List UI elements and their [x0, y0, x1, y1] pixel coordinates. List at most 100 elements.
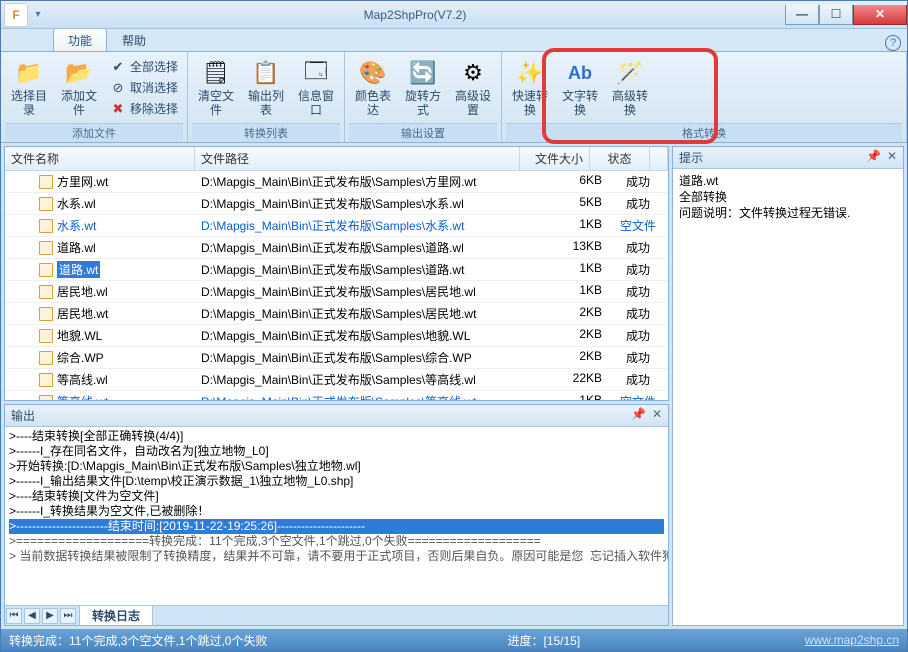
- app-menu-icon[interactable]: F: [4, 3, 28, 27]
- palette-icon: 🎨: [357, 57, 389, 89]
- color-expr-button[interactable]: 🎨颜色表达: [349, 54, 397, 120]
- table-row[interactable]: 综合.WPD:\Mapgis_Main\Bin\正式发布版\Samples\综合…: [5, 347, 668, 369]
- text-convert-button[interactable]: Ab文字转换: [556, 54, 604, 120]
- table-row[interactable]: 道路.wlD:\Mapgis_Main\Bin\正式发布版\Samples\道路…: [5, 237, 668, 259]
- close-panel-icon[interactable]: ✕: [887, 149, 897, 166]
- output-line: >------I_存在同名文件，自动改名为[独立地物_L0]: [9, 444, 664, 459]
- advanced-settings-button[interactable]: ⚙高级设置: [449, 54, 497, 120]
- tab-functions[interactable]: 功能: [53, 28, 107, 51]
- remove-selection-button[interactable]: ✖移除选择: [105, 98, 183, 119]
- hint-panel: 提示 📌 ✕ 道路.wt 全部转换 问题说明：文件转换过程无错误.: [672, 146, 904, 626]
- select-all-button[interactable]: ✔全部选择: [105, 56, 183, 77]
- file-icon: [39, 395, 53, 401]
- pin-icon[interactable]: 📌: [631, 407, 646, 424]
- close-button[interactable]: [853, 5, 907, 25]
- add-file-button[interactable]: 📂添加文件: [55, 54, 103, 120]
- file-icon: [39, 307, 53, 321]
- workspace: 文件名称 文件路径 文件大小 状态 方里网.wtD:\Mapgis_Main\B…: [1, 143, 907, 629]
- log-first[interactable]: ⏮: [6, 608, 22, 624]
- maximize-button[interactable]: [819, 5, 853, 25]
- table-row[interactable]: 地貌.WLD:\Mapgis_Main\Bin\正式发布版\Samples\地貌…: [5, 325, 668, 347]
- table-row[interactable]: 水系.wtD:\Mapgis_Main\Bin\正式发布版\Samples\水系…: [5, 215, 668, 237]
- circle-cancel-icon: ⊘: [110, 80, 126, 96]
- file-icon: [39, 285, 53, 299]
- group-label: 格式转换: [506, 123, 902, 142]
- status-summary: 转换完成：11个完成,3个空文件,1个跳过,0个失败: [9, 632, 267, 649]
- col-status[interactable]: 状态: [590, 147, 650, 170]
- group-label: 转换列表: [192, 123, 340, 142]
- window-title: Map2ShpPro(V7.2): [45, 8, 785, 22]
- hint-title-text: 提示: [679, 149, 703, 166]
- ribbon: 📁选择目录 📂添加文件 ✔全部选择 ⊘取消选择 ✖移除选择 添加文件 🗒清空文件…: [1, 51, 907, 143]
- tab-help[interactable]: 帮助: [107, 28, 161, 51]
- status-progress: 进度：[15/15]: [507, 632, 580, 649]
- col-size[interactable]: 文件大小: [520, 147, 590, 170]
- file-icon: [39, 241, 53, 255]
- status-link[interactable]: www.map2shp.cn: [805, 633, 899, 647]
- output-list-button[interactable]: 📋输出列表: [242, 54, 290, 120]
- info-window-icon: 🗔: [300, 57, 332, 89]
- table-row[interactable]: 等高线.wtD:\Mapgis_Main\Bin\正式发布版\Samples\等…: [5, 391, 668, 400]
- group-format-convert: ✨快速转换 Ab文字转换 🪄高级转换 格式转换: [502, 52, 907, 142]
- output-line: >开始转换:[D:\Mapgis_Main\Bin\正式发布版\Samples\…: [9, 459, 664, 474]
- wand-icon: 🪄: [614, 57, 646, 89]
- info-window-button[interactable]: 🗔信息窗口: [292, 54, 340, 120]
- log-tab-convert[interactable]: 转换日志: [79, 606, 153, 626]
- rotate-icon: 🔄: [407, 57, 439, 89]
- wand-star-icon: ✨: [514, 57, 546, 89]
- col-path[interactable]: 文件路径: [195, 147, 520, 170]
- quick-access-dropdown[interactable]: ▾: [31, 9, 45, 20]
- file-icon: [39, 197, 53, 211]
- close-panel-icon[interactable]: ✕: [652, 407, 662, 424]
- fast-convert-button[interactable]: ✨快速转换: [506, 54, 554, 120]
- folder-add-icon: 📂: [63, 57, 95, 89]
- table-row[interactable]: 水系.wlD:\Mapgis_Main\Bin\正式发布版\Samples\水系…: [5, 193, 668, 215]
- check-icon: ✔: [110, 59, 126, 75]
- rotate-button[interactable]: 🔄旋转方式: [399, 54, 447, 120]
- output-line: >------I_转换结果为空文件,已被删除！: [9, 504, 664, 519]
- gear-icon: ⚙: [457, 57, 489, 89]
- log-next[interactable]: ▶: [42, 608, 58, 624]
- hint-type: 全部转换: [679, 189, 897, 205]
- hint-file: 道路.wt: [679, 173, 897, 189]
- group-add-files: 📁选择目录 📂添加文件 ✔全部选择 ⊘取消选择 ✖移除选择 添加文件: [1, 52, 188, 142]
- output-line: >------I_输出结果文件[D:\temp\校正演示数据_1\独立地物_L0…: [9, 474, 664, 489]
- col-name[interactable]: 文件名称: [5, 147, 195, 170]
- file-icon: [39, 329, 53, 343]
- output-body[interactable]: >----结束转换[全部正确转换(4/4)]>------I_存在同名文件，自动…: [5, 427, 668, 605]
- pin-icon[interactable]: 📌: [866, 149, 881, 166]
- table-row[interactable]: 方里网.wtD:\Mapgis_Main\Bin\正式发布版\Samples\方…: [5, 171, 668, 193]
- deselect-button[interactable]: ⊘取消选择: [105, 77, 183, 98]
- col-scroll-spacer: [650, 147, 668, 170]
- file-icon: [39, 219, 53, 233]
- clear-files-button[interactable]: 🗒清空文件: [192, 54, 240, 120]
- advanced-convert-button[interactable]: 🪄高级转换: [606, 54, 654, 120]
- minimize-button[interactable]: [785, 5, 819, 25]
- statusbar: 转换完成：11个完成,3个空文件,1个跳过,0个失败 进度：[15/15] ww…: [1, 629, 907, 651]
- group-label: 添加文件: [5, 123, 183, 142]
- log-last[interactable]: ⏭: [60, 608, 76, 624]
- output-line: >-----------------------结束时间:[2019-11-22…: [9, 519, 664, 534]
- grid-header: 文件名称 文件路径 文件大小 状态: [5, 147, 668, 171]
- remove-icon: ✖: [110, 101, 126, 117]
- folder-tree-icon: 📁: [13, 57, 45, 89]
- group-convert-list: 🗒清空文件 📋输出列表 🗔信息窗口 转换列表: [188, 52, 345, 142]
- output-panel: 输出 📌✕ >----结束转换[全部正确转换(4/4)]>------I_存在同…: [4, 404, 669, 626]
- file-icon: [39, 351, 53, 365]
- table-row[interactable]: 等高线.wlD:\Mapgis_Main\Bin\正式发布版\Samples\等…: [5, 369, 668, 391]
- table-row[interactable]: 居民地.wtD:\Mapgis_Main\Bin\正式发布版\Samples\居…: [5, 303, 668, 325]
- output-line: >===================转换完成：11个完成,3个空文件,1个跳…: [9, 534, 664, 549]
- clear-icon: 🗒: [200, 57, 232, 89]
- table-row[interactable]: 道路.wtD:\Mapgis_Main\Bin\正式发布版\Samples\道路…: [5, 259, 668, 281]
- select-dir-button[interactable]: 📁选择目录: [5, 54, 53, 120]
- hint-body: 道路.wt 全部转换 问题说明：文件转换过程无错误.: [673, 169, 903, 225]
- group-output-settings: 🎨颜色表达 🔄旋转方式 ⚙高级设置 输出设置: [345, 52, 502, 142]
- help-icon[interactable]: ?: [885, 35, 901, 51]
- grid-body[interactable]: 方里网.wtD:\Mapgis_Main\Bin\正式发布版\Samples\方…: [5, 171, 668, 400]
- hint-note: 问题说明：文件转换过程无错误.: [679, 205, 897, 221]
- table-row[interactable]: 居民地.wlD:\Mapgis_Main\Bin\正式发布版\Samples\居…: [5, 281, 668, 303]
- log-prev[interactable]: ◀: [24, 608, 40, 624]
- file-icon: [39, 175, 53, 189]
- titlebar: F ▾ Map2ShpPro(V7.2): [1, 1, 907, 29]
- output-title: 输出 📌✕: [5, 405, 668, 427]
